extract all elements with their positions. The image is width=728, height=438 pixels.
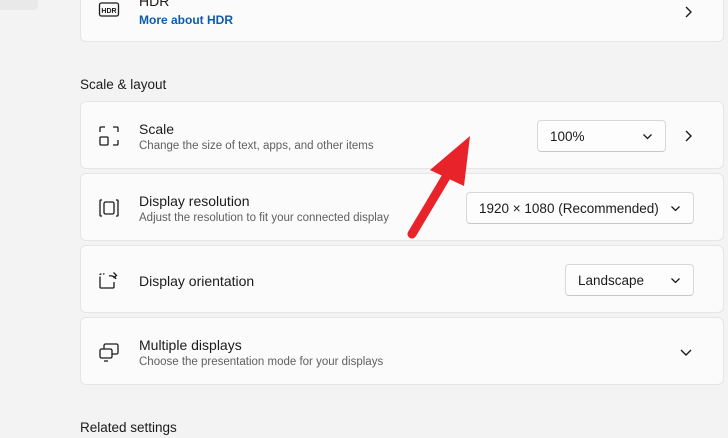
scale-subtitle: Change the size of text, apps, and other… <box>139 140 374 152</box>
display-resolution-subtitle: Adjust the resolution to fit your connec… <box>139 212 389 224</box>
svg-text:HDR: HDR <box>101 8 116 15</box>
chevron-down-icon <box>642 131 653 142</box>
resolution-icon <box>98 197 120 219</box>
sidebar-stub <box>0 0 38 10</box>
display-resolution-title: Display resolution <box>139 193 250 209</box>
hdr-card[interactable]: HDR HDR More about HDR <box>80 0 724 42</box>
related-settings-heading: Related settings <box>80 420 177 435</box>
display-orientation-title: Display orientation <box>139 273 255 289</box>
hdr-title: HDR <box>139 0 170 9</box>
orientation-icon <box>98 269 120 291</box>
display-resolution-dropdown-value: 1920 × 1080 (Recommended) <box>479 200 659 216</box>
multiple-displays-subtitle: Choose the presentation mode for your di… <box>139 356 384 368</box>
display-orientation-dropdown-value: Landscape <box>578 272 645 288</box>
multiple-displays-title: Multiple displays <box>139 337 242 353</box>
hdr-chevron-right-icon[interactable] <box>681 5 695 19</box>
multiple-displays-chevron-down-icon[interactable] <box>679 345 693 359</box>
display-orientation-card[interactable]: Display orientation Landscape <box>80 245 724 313</box>
scale-dropdown-value: 100% <box>550 128 585 144</box>
more-about-hdr-link[interactable]: More about HDR <box>139 13 233 27</box>
display-orientation-dropdown[interactable]: Landscape <box>565 264 694 296</box>
scale-chevron-right-icon[interactable] <box>681 129 695 143</box>
scale-title: Scale <box>139 121 175 137</box>
multiple-displays-card[interactable]: Multiple displays Choose the presentatio… <box>80 317 724 385</box>
scale-layout-heading: Scale & layout <box>80 77 167 92</box>
multiple-displays-icon <box>98 341 120 363</box>
chevron-down-icon <box>670 275 681 286</box>
chevron-down-icon <box>670 203 681 214</box>
display-resolution-dropdown[interactable]: 1920 × 1080 (Recommended) <box>466 192 694 224</box>
scale-dropdown[interactable]: 100% <box>537 120 666 152</box>
annotation-arrow-icon <box>407 136 470 239</box>
scale-icon <box>98 125 120 147</box>
hdr-icon: HDR <box>98 0 120 21</box>
